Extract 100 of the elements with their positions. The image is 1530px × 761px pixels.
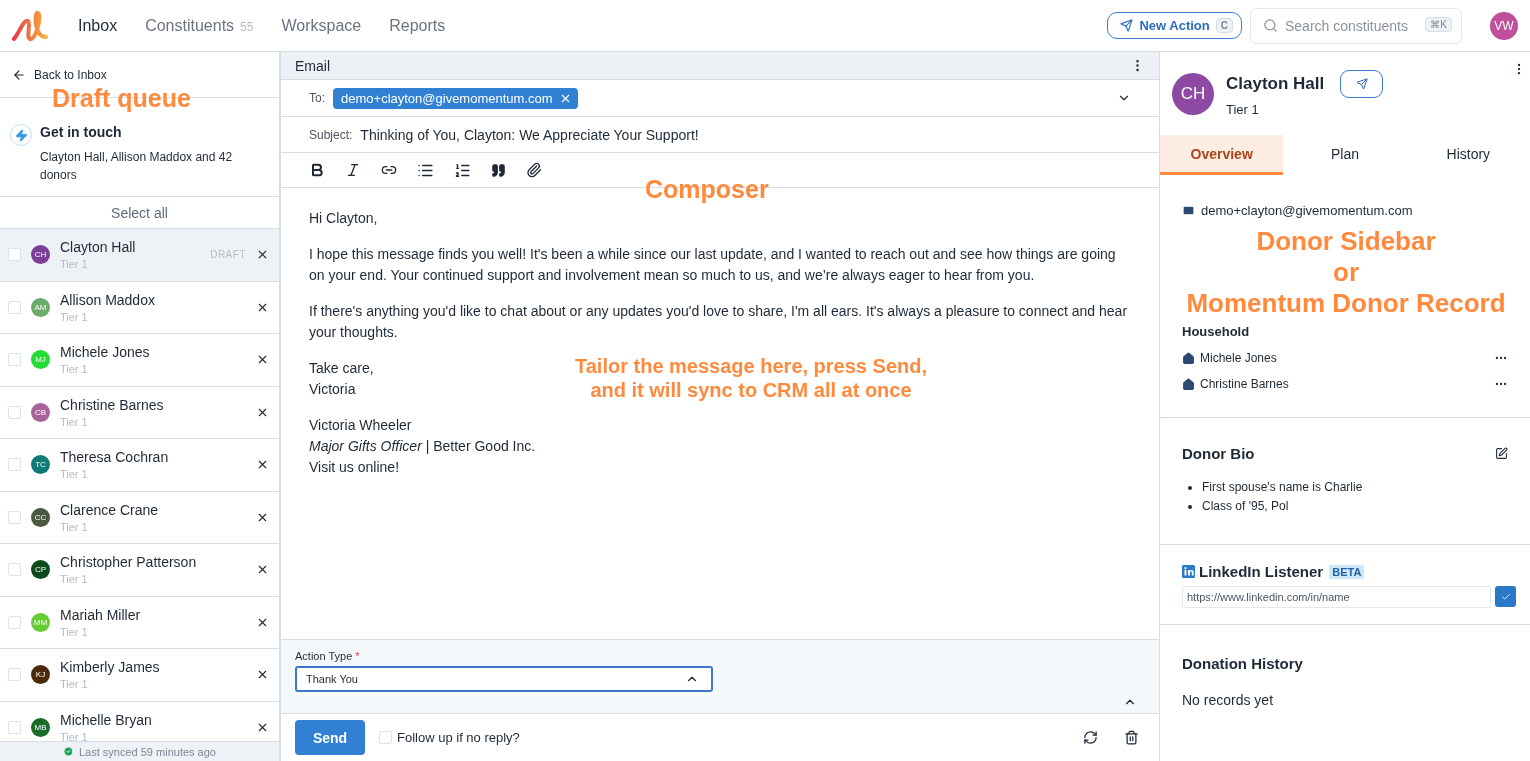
nav-link[interactable]: Reports <box>389 16 446 35</box>
user-avatar[interactable]: VW <box>1490 11 1518 40</box>
panel-title: Email <box>295 57 330 74</box>
email-text: demo+clayton@givemomentum.com <box>1201 203 1413 218</box>
empty-message: No records yet <box>1182 692 1275 708</box>
subject-label: Subject: <box>309 127 353 142</box>
tier-label: Tier 1 <box>60 468 89 481</box>
send-icon <box>1120 19 1134 32</box>
tier-label: Tier 1 <box>1226 102 1260 117</box>
donor-avatar: MB <box>31 717 50 737</box>
bullet-dot <box>1188 504 1192 509</box>
tier-label: Tier 1 <box>60 730 89 741</box>
checkbox[interactable] <box>8 300 21 314</box>
back-arrow-icon <box>12 68 26 82</box>
signature-line: Visit us online! <box>309 458 399 477</box>
donor-name: Michele Jones <box>60 344 151 361</box>
donor-name: Mariah Miller <box>60 606 142 623</box>
numbered-list-button[interactable] <box>454 161 471 179</box>
app-logo <box>12 8 50 43</box>
checkbox[interactable] <box>8 668 21 682</box>
donor-name: Clarence Crane <box>60 501 160 518</box>
donor-avatar: CP <box>31 560 50 580</box>
nav-link[interactable]: Constituents 55 <box>145 16 254 35</box>
checkbox[interactable] <box>8 353 21 367</box>
donor-avatar: KJ <box>31 665 50 685</box>
checkbox[interactable] <box>8 510 21 524</box>
checkbox[interactable] <box>8 563 21 577</box>
beta-badge: BETA <box>1329 564 1365 579</box>
tier-label: Tier 1 <box>60 310 89 323</box>
send-button[interactable] <box>1340 70 1384 98</box>
donor-name: Christine Barnes <box>60 396 165 413</box>
group-title: Get in touch <box>40 124 123 140</box>
annotation-label: Tailor the message here, press Send, and it will sync to CRM all at once <box>574 354 928 402</box>
checkbox[interactable] <box>8 720 21 734</box>
donor-avatar: CC <box>31 507 50 527</box>
bullet-dot <box>1188 485 1192 490</box>
checkbox[interactable] <box>8 458 21 472</box>
recipient-chip: demo+clayton@givemomentum.com <box>333 87 578 109</box>
checkbox[interactable] <box>8 248 21 262</box>
donor-name: Clayton Hall <box>60 239 137 256</box>
donor-name: Christopher Patterson <box>60 554 198 571</box>
section-title: Donor Bio <box>1182 445 1255 462</box>
donor-avatar: CB <box>31 402 50 422</box>
donor-avatar: MM <box>31 612 50 632</box>
check-icon <box>63 746 74 757</box>
section-title: Household <box>1182 324 1251 339</box>
signature-line: Major Gifts Officer | Better Good Inc. <box>309 437 536 456</box>
action-type-select[interactable]: Thank You <box>295 666 713 692</box>
nav-link[interactable]: Inbox <box>78 16 118 35</box>
group-subtitle: Clayton Hall, Allison Maddox and 42 donors <box>40 149 234 184</box>
tab[interactable]: Overview <box>1160 135 1284 175</box>
donor-avatar: CH <box>1172 72 1214 115</box>
bold-button[interactable] <box>309 162 325 178</box>
send-button[interactable]: Send <box>295 720 365 755</box>
tier-label: Tier 1 <box>60 573 89 586</box>
checkbox[interactable] <box>8 615 21 629</box>
edit-icon[interactable] <box>1495 447 1508 460</box>
section-title: LinkedIn Listener <box>1199 563 1324 580</box>
linkedin-icon <box>1182 565 1195 578</box>
donor-name: Clayton Hall <box>1226 74 1325 94</box>
quote-button[interactable] <box>491 162 506 178</box>
donor-avatar: CH <box>31 245 50 265</box>
italic-button[interactable] <box>345 162 361 178</box>
household-member: Michele Jones <box>1200 351 1278 365</box>
closing-line: Take care, <box>309 359 374 378</box>
count-label: 55 <box>240 19 254 34</box>
tier-label: Tier 1 <box>60 625 89 638</box>
donor-name: Kimberly James <box>60 659 161 676</box>
search-icon <box>1263 17 1278 33</box>
bio-item: First spouse's name is Charlie <box>1202 479 1363 496</box>
signature-line: Victoria Wheeler <box>309 416 412 435</box>
body-paragraph: I hope this message finds you well! It's been a while since our last update, and I wanted to reach out and see how things are going on your end. Your continued support and involvement mean so much to us, and we’re always eager to hear from you. <box>309 245 1117 285</box>
tier-label: Tier 1 <box>60 678 89 691</box>
subject-text: Thinking of You, Clayton: We Appreciate Your Support! <box>360 126 699 143</box>
donor-name: Michelle Bryan <box>60 711 153 728</box>
donor-name: Theresa Cochran <box>60 449 170 466</box>
nav-link[interactable]: Workspace <box>281 16 362 35</box>
attach-button[interactable] <box>526 162 542 178</box>
tier-label: Tier 1 <box>60 415 89 428</box>
annotation-label: Composer <box>645 174 769 204</box>
annotation-label: Donor Sidebar or Momentum Donor Record <box>1185 226 1507 320</box>
section-title: Donation History <box>1182 655 1304 672</box>
bio-item: Class of '95, Pol <box>1202 498 1289 515</box>
tier-label: Tier 1 <box>60 363 89 376</box>
household-member: Christine Barnes <box>1200 377 1290 391</box>
tier-label: Tier 1 <box>60 520 89 533</box>
body-paragraph: If there's anything you'd like to chat about or any updates you'd love to share, I'm all ears. It's always a pleasure to connect and hear your thoughts. <box>309 302 1129 342</box>
new-action-button[interactable]: New Action C <box>1107 12 1242 39</box>
send-icon <box>1355 78 1368 90</box>
to-label: To: <box>309 91 325 105</box>
closing-line: Victoria <box>309 380 356 399</box>
sync-status: Last synced 59 minutes ago <box>0 741 279 761</box>
checkbox[interactable] <box>8 405 21 419</box>
draft-label: DRAFT <box>210 249 246 261</box>
house-icon <box>1182 377 1195 391</box>
donor-name: Allison Maddox <box>60 291 156 308</box>
donor-avatar: TC <box>31 455 50 475</box>
url-field[interactable]: https://www.linkedin.com/in/name <box>1182 586 1491 608</box>
follow-up-checkbox[interactable]: Follow up if no reply? <box>379 730 1063 745</box>
check-icon <box>1500 591 1511 602</box>
